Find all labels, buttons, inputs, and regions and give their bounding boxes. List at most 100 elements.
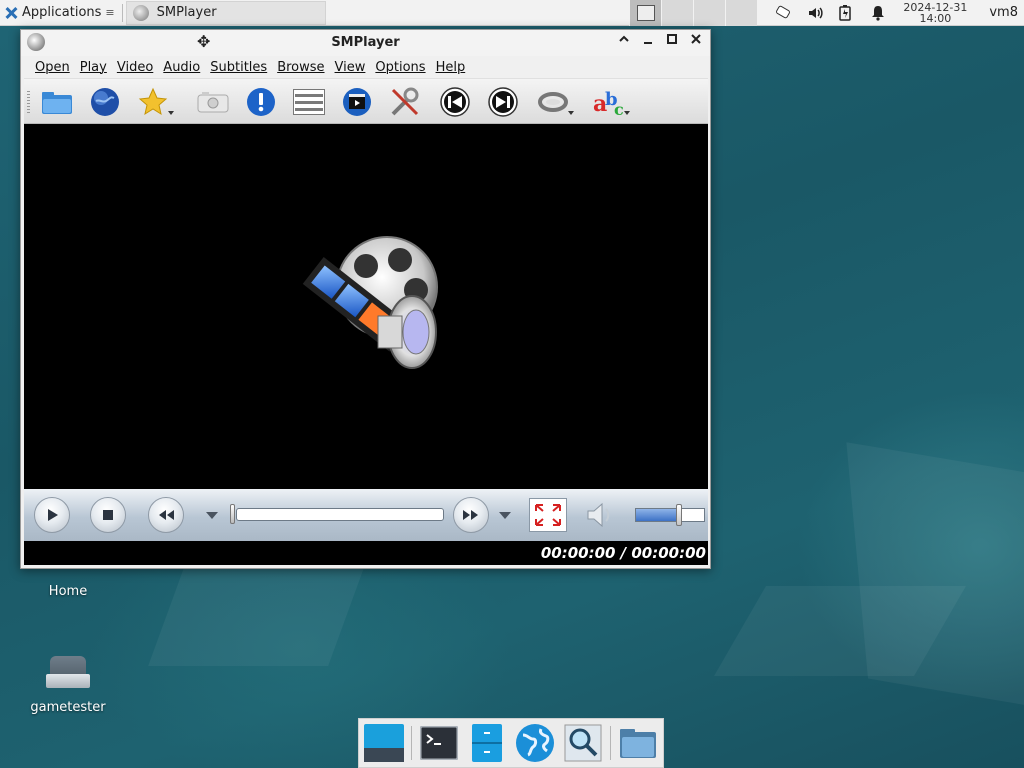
- previous-icon: [440, 87, 470, 117]
- playlist-icon: [293, 89, 325, 115]
- menu-help[interactable]: Help: [431, 60, 471, 75]
- files-folder-button[interactable]: [617, 722, 659, 764]
- menu-play[interactable]: Play: [75, 60, 112, 75]
- favorites-star-icon: [138, 87, 168, 116]
- web-browser-globe-icon: [516, 724, 554, 762]
- forward-button[interactable]: [453, 497, 489, 533]
- time-display: 00:00:00 / 00:00:00: [24, 541, 708, 565]
- top-panel: Applications ≡ SMPlayer 2024-12-31 14:00…: [0, 0, 1024, 26]
- audio-track-icon: [538, 92, 568, 112]
- toolbar-grip[interactable]: [27, 91, 30, 113]
- smplayer-app-icon: [132, 4, 149, 21]
- panel-separator: [121, 3, 123, 22]
- rewind-options-dropdown[interactable]: [206, 512, 218, 519]
- screenshot-camera-icon: [197, 92, 229, 113]
- info-button[interactable]: [244, 85, 278, 119]
- video-area[interactable]: [24, 124, 708, 489]
- play-icon: [48, 509, 58, 521]
- menu-grip-icon: ≡: [105, 6, 115, 19]
- speaker-icon: [587, 502, 610, 528]
- taskbar-item-smplayer[interactable]: SMPlayer: [125, 0, 326, 25]
- web-browser-button[interactable]: [514, 722, 556, 764]
- fullscreen-icon: [535, 504, 561, 526]
- terminal-button[interactable]: [418, 722, 460, 764]
- volume-handle[interactable]: [676, 504, 682, 526]
- fullscreen-button[interactable]: [529, 498, 567, 532]
- desktop-icon-home[interactable]: Home: [18, 570, 118, 599]
- favorites-button[interactable]: [136, 85, 174, 119]
- stop-icon: [103, 510, 113, 520]
- workspace-2[interactable]: [661, 0, 694, 26]
- rewind-icon: [159, 510, 174, 520]
- subtitles-button[interactable]: abc: [592, 85, 630, 119]
- subtitles-abc-icon: abc: [593, 89, 624, 117]
- open-folder-icon: [42, 92, 72, 114]
- notifications-bell-icon[interactable]: [871, 5, 887, 21]
- clock-time: 14:00: [919, 11, 952, 25]
- mute-button[interactable]: [584, 499, 616, 531]
- rewind-button[interactable]: [148, 497, 184, 533]
- volume-icon[interactable]: [807, 5, 824, 21]
- user-menu[interactable]: vm8: [981, 5, 1024, 20]
- show-desktop-icon: [364, 724, 404, 762]
- seek-handle[interactable]: [230, 504, 235, 524]
- show-desktop-button[interactable]: [363, 722, 405, 764]
- app-finder-search-icon: [564, 724, 602, 762]
- network-icon[interactable]: [775, 5, 791, 21]
- playlist-button[interactable]: [292, 85, 326, 119]
- drive-icon: [46, 656, 90, 690]
- desktop-icon-label: Home: [48, 584, 88, 599]
- window-titlebar[interactable]: ✥ SMPlayer: [21, 30, 710, 56]
- screenshot-button[interactable]: [196, 85, 230, 119]
- menu-video[interactable]: Video: [112, 60, 158, 75]
- forward-options-dropdown[interactable]: [499, 512, 511, 519]
- main-toolbar: abc: [24, 78, 708, 124]
- open-file-button[interactable]: [40, 85, 74, 119]
- video-button[interactable]: [340, 85, 374, 119]
- svg-text:c: c: [614, 100, 624, 117]
- minimize-button[interactable]: [640, 33, 656, 51]
- desktop-icon-label: gametester: [30, 700, 106, 715]
- file-manager-cabinet-button[interactable]: [466, 722, 508, 764]
- menu-browse[interactable]: Browse: [272, 60, 329, 75]
- app-finder-button[interactable]: [562, 722, 604, 764]
- menu-options[interactable]: Options: [370, 60, 430, 75]
- smplayer-window: ✥ SMPlayer Open Play Video Audio Subtitl…: [20, 29, 711, 569]
- close-button[interactable]: [688, 33, 704, 51]
- clock-date: 2024-12-31: [903, 0, 968, 14]
- menubar: Open Play Video Audio Subtitles Browse V…: [24, 56, 708, 78]
- seek-bar[interactable]: [236, 508, 444, 521]
- workspace-4[interactable]: [725, 0, 758, 26]
- preferences-tools-icon: [391, 87, 419, 116]
- shade-button[interactable]: [616, 33, 632, 51]
- workspace-window-preview: [636, 4, 655, 21]
- battery-icon[interactable]: [839, 4, 855, 21]
- workspace-3[interactable]: [693, 0, 726, 26]
- info-icon: [247, 88, 275, 116]
- volume-slider[interactable]: [635, 508, 705, 522]
- menu-view[interactable]: View: [330, 60, 371, 75]
- dock-separator: [610, 726, 611, 760]
- applications-menu-button[interactable]: Applications ≡: [0, 0, 119, 26]
- menu-subtitles[interactable]: Subtitles: [205, 60, 272, 75]
- desktop-icon-gametester[interactable]: gametester: [18, 656, 118, 715]
- stop-button[interactable]: [90, 497, 126, 533]
- open-url-globe-icon: [91, 88, 119, 116]
- menu-open[interactable]: Open: [30, 60, 75, 75]
- clock[interactable]: 2024-12-31 14:00: [903, 2, 967, 24]
- terminal-icon: [420, 726, 458, 760]
- previous-button[interactable]: [438, 85, 472, 119]
- next-button[interactable]: [486, 85, 520, 119]
- preferences-button[interactable]: [388, 85, 422, 119]
- open-url-button[interactable]: [88, 85, 122, 119]
- volume-level: [636, 509, 680, 521]
- workspace-1[interactable]: [629, 0, 662, 26]
- audio-track-button[interactable]: [536, 85, 574, 119]
- menu-audio[interactable]: Audio: [158, 60, 205, 75]
- file-cabinet-icon: [472, 724, 502, 762]
- forward-icon: [463, 510, 478, 520]
- play-button[interactable]: [34, 497, 70, 533]
- maximize-button[interactable]: [664, 33, 680, 51]
- taskbar-item-label: SMPlayer: [156, 5, 217, 20]
- video-clapper-icon: [343, 88, 371, 116]
